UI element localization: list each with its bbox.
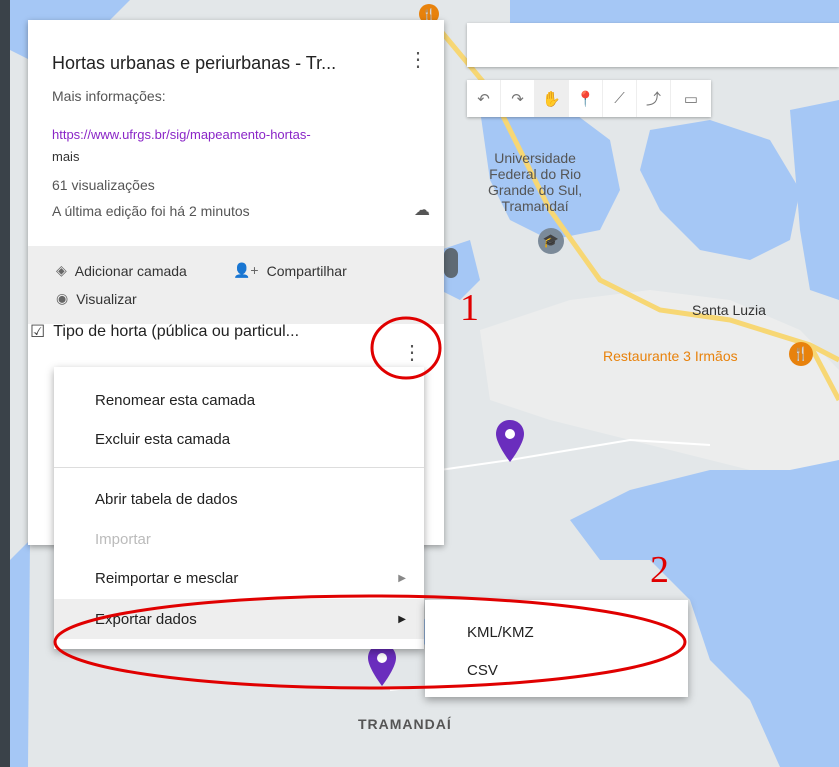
map-title[interactable]: Hortas urbanas e periurbanas - Tr...: [52, 53, 392, 74]
map-marker-icon[interactable]: [496, 420, 524, 462]
views-count: 61 visualizações: [52, 177, 155, 193]
restaurant-icon[interactable]: 🍴: [789, 342, 813, 366]
share-button[interactable]: 👤+ Compartilhar: [233, 262, 347, 279]
preview-button[interactable]: ◉ Visualizar: [56, 290, 137, 307]
university-label-line: Federal do Rio: [489, 166, 581, 182]
add-layer-label: Adicionar camada: [74, 262, 187, 279]
layers-icon: ◈: [56, 262, 67, 278]
menu-item-export-data[interactable]: Exportar dados ▶: [54, 599, 424, 639]
more-info-label: Mais informações:: [52, 88, 166, 104]
university-label-line: Universidade: [494, 150, 576, 166]
add-layer-button[interactable]: ◈ Adicionar camada: [56, 262, 187, 279]
undo-icon[interactable]: ↶: [467, 80, 501, 117]
map-toolbar: ↶ ↷ ✋ 📍 ⟋ ⤴ ▭: [467, 80, 711, 117]
annotation-number-1: 1: [460, 287, 479, 329]
menu-item-rename-layer[interactable]: Renomear esta camada: [54, 380, 424, 420]
menu-item-import: Importar: [95, 530, 151, 548]
redo-icon[interactable]: ↷: [501, 80, 535, 117]
directions-icon[interactable]: ⤴: [637, 80, 671, 117]
menu-item-delete-layer[interactable]: Excluir esta camada: [54, 419, 424, 459]
layer-context-menu: Renomear esta camada Excluir esta camada…: [54, 367, 424, 649]
submenu-arrow-icon: ▶: [398, 572, 406, 584]
last-edit: A última edição foi há 2 minutos: [52, 203, 250, 219]
university-label: Universidade Federal do Rio Grande do Su…: [488, 150, 582, 214]
menu-item-open-data-table[interactable]: Abrir tabela de dados: [54, 479, 424, 519]
preview-label: Visualizar: [76, 290, 137, 307]
eye-icon: ◉: [56, 290, 69, 306]
submenu-item-csv[interactable]: CSV: [467, 662, 498, 679]
draw-line-icon[interactable]: ⟋: [603, 80, 637, 117]
info-link[interactable]: https://www.ufrgs.br/sig/mapeamento-hort…: [52, 127, 311, 142]
menu-divider: [54, 467, 424, 468]
map-marker-icon[interactable]: [368, 644, 396, 686]
search-box[interactable]: [467, 23, 839, 67]
share-label: Compartilhar: [266, 262, 347, 279]
panel-actions: ◈ Adicionar camada 👤+ Compartilhar ◉ Vis…: [28, 246, 444, 324]
menu-item-reimport-merge[interactable]: Reimportar e mesclar ▶: [54, 558, 424, 598]
submenu-arrow-icon: ▶: [398, 613, 406, 625]
add-marker-icon[interactable]: 📍: [569, 80, 603, 117]
panel-header: Hortas urbanas e periurbanas - Tr... ⋮ M…: [28, 20, 444, 246]
layer-row[interactable]: ☑ Tipo de horta (pública ou particul...: [30, 322, 350, 342]
annotation-number-2: 2: [650, 549, 669, 591]
location-marker-icon[interactable]: [444, 248, 458, 278]
layer-name[interactable]: Tipo de horta (pública ou particul...: [53, 323, 299, 341]
info-link-continuation: mais: [52, 149, 80, 164]
export-submenu: KML/KMZ CSV: [425, 600, 688, 697]
university-label-line: Tramandaí: [501, 198, 569, 214]
menu-item-reimport-label: Reimportar e mesclar: [95, 569, 239, 587]
more-vert-icon[interactable]: ⋮: [408, 50, 428, 70]
person-add-icon: 👤+: [233, 262, 259, 278]
tramandai-label: TRAMANDAÍ: [358, 716, 452, 732]
cloud-saved-icon: ☁: [414, 202, 430, 219]
university-pin-icon[interactable]: 🎓: [538, 228, 564, 254]
checkbox-checked-icon[interactable]: ☑: [30, 322, 45, 342]
hand-icon[interactable]: ✋: [535, 80, 569, 117]
submenu-item-kml-kmz[interactable]: KML/KMZ: [467, 624, 534, 641]
university-label-line: Grande do Sul,: [488, 182, 583, 198]
restaurant-label: Restaurante 3 Irmãos: [603, 348, 738, 364]
layer-options-icon[interactable]: ⋮: [402, 340, 422, 365]
menu-item-export-label: Exportar dados: [95, 610, 197, 628]
santa-luzia-label: Santa Luzia: [692, 302, 766, 318]
ruler-icon[interactable]: ▭: [671, 80, 711, 117]
